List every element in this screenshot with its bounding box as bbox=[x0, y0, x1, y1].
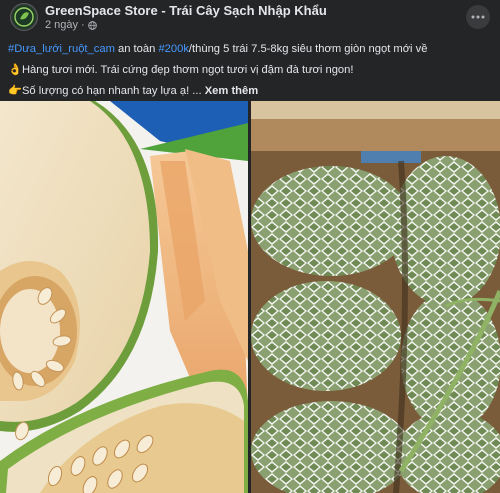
hashtag-200k[interactable]: #200k bbox=[158, 43, 188, 55]
photo-grid bbox=[0, 101, 500, 493]
hashtag-dua-luoi-ruot-cam[interactable]: #Dưa_lưới_ruột_cam bbox=[8, 43, 115, 55]
page-name-link[interactable]: GreenSpace Store - Trái Cây Sạch Nhập Kh… bbox=[45, 3, 327, 18]
more-horizontal-icon bbox=[471, 15, 485, 19]
meta-separator: · bbox=[81, 19, 85, 31]
post-meta: 2 ngày · bbox=[45, 19, 97, 31]
ok-hand-emoji-icon: 👌 bbox=[8, 64, 22, 76]
post-header: GreenSpace Store - Trái Cây Sạch Nhập Kh… bbox=[0, 0, 500, 36]
greenspace-logo-icon bbox=[12, 5, 36, 29]
post-text-segment: Số lượng có hạn nhanh tay lựa ạ! ... bbox=[21, 85, 205, 97]
globe-icon bbox=[87, 20, 97, 30]
pointing-right-emoji-icon: 👉 bbox=[8, 85, 22, 97]
post-text-line-1: #Dưa_lưới_ruột_cam an toàn #200k/thùng 5… bbox=[8, 39, 492, 60]
post-time[interactable]: 2 ngày bbox=[45, 19, 78, 31]
post-text-line-2: 👌Hàng tươi mới. Trái cứng đẹp thơm ngọt … bbox=[8, 60, 492, 81]
post-text-segment: /thùng 5 trái 7.5-8kg siêu thơm giòn ngọ… bbox=[188, 43, 428, 55]
melons-in-box-image bbox=[251, 101, 500, 493]
cut-melon-image bbox=[0, 101, 248, 493]
more-options-button[interactable] bbox=[466, 5, 490, 29]
post-text-line-3: 👉Số lượng có hạn nhanh tay lựa ạ! ... Xe… bbox=[8, 81, 492, 102]
post-text-segment: an toàn bbox=[114, 43, 159, 55]
photo-melons-in-box[interactable] bbox=[251, 101, 500, 493]
page-avatar[interactable] bbox=[10, 3, 38, 31]
post-text-segment: Hàng tươi mới. Trái cứng đẹp thơm ngọt t… bbox=[21, 64, 354, 76]
see-more-link[interactable]: Xem thêm bbox=[205, 85, 258, 97]
post-text: #Dưa_lưới_ruột_cam an toàn #200k/thùng 5… bbox=[8, 39, 492, 102]
photo-cut-melon[interactable] bbox=[0, 101, 248, 493]
